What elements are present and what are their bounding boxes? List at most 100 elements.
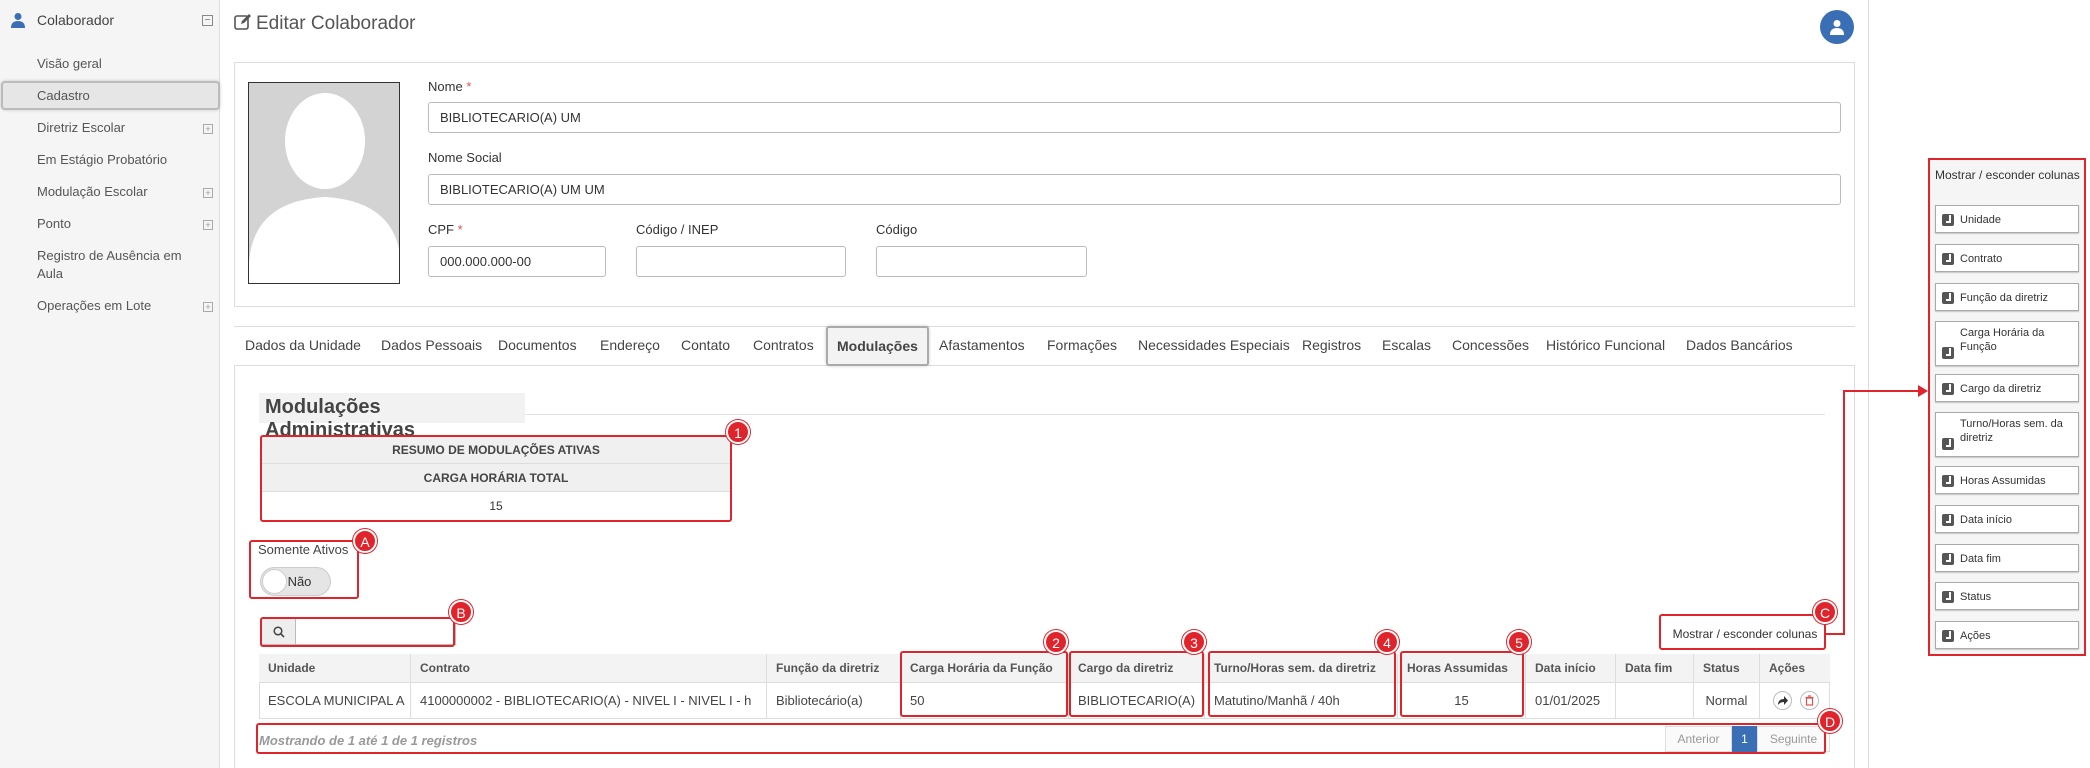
checkbox-checked-icon[interactable]: [1942, 630, 1954, 642]
checkbox-checked-icon[interactable]: [1942, 214, 1954, 226]
cpf-label: CPF *: [428, 222, 463, 237]
expand-icon[interactable]: +: [203, 302, 213, 312]
share-button[interactable]: [1773, 691, 1792, 710]
tab-historico-funcional[interactable]: Histórico Funcional: [1546, 337, 1665, 353]
table-cell: ESCOLA MUNICIPAL A: [259, 683, 411, 718]
expand-icon[interactable]: +: [203, 124, 213, 134]
expand-icon[interactable]: +: [203, 188, 213, 198]
sidebar: Colaborador − Visão geral Cadastro Diret…: [0, 0, 220, 768]
column-toggle-funcao[interactable]: Função da diretriz: [1935, 283, 2079, 311]
column-visibility-title: Mostrar / esconder colunas: [1935, 168, 2080, 182]
annotation-badge-c: C: [1813, 600, 1837, 624]
tab-dados-unidade[interactable]: Dados da Unidade: [245, 337, 361, 353]
column-header[interactable]: Data início: [1526, 654, 1616, 683]
collapse-icon[interactable]: −: [202, 15, 213, 26]
column-toggle-cargo[interactable]: Cargo da diretriz: [1935, 374, 2079, 402]
tab-afastamentos[interactable]: Afastamentos: [939, 337, 1025, 353]
user-menu-button[interactable]: [1820, 10, 1854, 44]
highlight-summary: [260, 435, 732, 522]
tab-endereco[interactable]: Endereço: [600, 337, 660, 353]
share-icon: [1778, 696, 1788, 705]
table-cell: Normal: [1694, 683, 1760, 718]
sidebar-item-cadastro[interactable]: Cadastro: [1, 81, 220, 110]
table-cell: Bibliotecário(a): [767, 683, 901, 718]
checkbox-checked-icon[interactable]: [1942, 553, 1954, 565]
column-toggle-data-inicio[interactable]: Data início: [1935, 505, 2079, 533]
avatar-placeholder-icon: [249, 93, 399, 283]
highlight-search: [260, 617, 455, 647]
column-toggle-contrato[interactable]: Contrato: [1935, 244, 2079, 272]
nome-social-input[interactable]: BIBLIOTECARIO(A) UM UM: [428, 174, 1841, 205]
page-title: Editar Colaborador: [234, 13, 415, 35]
column-toggle-acoes[interactable]: Ações: [1935, 621, 2079, 649]
tab-concessoes[interactable]: Concessões: [1452, 337, 1529, 353]
column-header[interactable]: Unidade: [259, 654, 411, 683]
nome-input[interactable]: BIBLIOTECARIO(A) UM: [428, 102, 1841, 133]
table-cell: 4100000002 - BIBLIOTECARIO(A) - NIVEL I …: [411, 683, 767, 718]
connector-line: [1843, 390, 1845, 635]
cpf-input[interactable]: 000.000.000-00: [428, 246, 606, 277]
column-header[interactable]: Função da diretriz: [767, 654, 901, 683]
codigo-label: Código: [876, 222, 918, 237]
sidebar-item-visao-geral[interactable]: Visão geral: [37, 55, 102, 73]
annotation-badge-3: 3: [1182, 630, 1206, 654]
highlight-only-active: [249, 540, 359, 599]
table-cell: 01/01/2025: [1526, 683, 1616, 718]
tab-escalas[interactable]: Escalas: [1382, 337, 1431, 353]
tab-contratos[interactable]: Contratos: [753, 337, 814, 353]
checkbox-checked-icon[interactable]: [1942, 475, 1954, 487]
checkbox-checked-icon[interactable]: [1942, 514, 1954, 526]
checkbox-checked-icon[interactable]: [1942, 253, 1954, 265]
column-toggle-data-fim[interactable]: Data fim: [1935, 544, 2079, 572]
sidebar-item-estagio-probatorio[interactable]: Em Estágio Probatório: [37, 151, 167, 169]
column-header[interactable]: Data fim: [1616, 654, 1694, 683]
checkbox-checked-icon[interactable]: [1942, 292, 1954, 304]
expand-icon[interactable]: +: [203, 220, 213, 230]
table-cell: [1616, 683, 1694, 718]
sidebar-item-ponto[interactable]: Ponto: [37, 215, 71, 233]
sidebar-item-operacoes-lote[interactable]: Operações em Lote: [37, 297, 151, 315]
delete-button[interactable]: [1800, 691, 1819, 710]
column-toggle-carga[interactable]: Carga Horária da Função: [1935, 321, 2079, 366]
codigo-input[interactable]: [876, 246, 1087, 277]
tab-necessidades-especiais[interactable]: Necessidades Especiais: [1138, 337, 1290, 353]
column-header[interactable]: Contrato: [411, 654, 767, 683]
checkbox-checked-icon[interactable]: [1942, 438, 1954, 450]
checkbox-checked-icon[interactable]: [1942, 347, 1954, 359]
column-toggle-horas[interactable]: Horas Assumidas: [1935, 466, 2079, 494]
sidebar-item-registro-ausencia[interactable]: Registro de Ausência em Aula: [37, 247, 197, 283]
highlight-colvis: [1659, 614, 1826, 650]
tab-contato[interactable]: Contato: [681, 337, 730, 353]
sidebar-header[interactable]: Colaborador −: [0, 8, 220, 34]
nome-social-label: Nome Social: [428, 150, 502, 165]
column-toggle-turno[interactable]: Turno/Horas sem. da diretriz: [1935, 412, 2079, 457]
annotation-badge-5: 5: [1507, 630, 1531, 654]
sidebar-item-modulacao-escolar[interactable]: Modulação Escolar: [37, 183, 148, 201]
annotation-badge-b: B: [449, 600, 473, 624]
checkbox-checked-icon[interactable]: [1942, 383, 1954, 395]
highlight-col-cargo: [1069, 651, 1204, 717]
annotation-badge-4: 4: [1375, 630, 1399, 654]
annotation-badge-a: A: [353, 529, 377, 553]
user-icon: [1830, 20, 1844, 35]
checkbox-checked-icon[interactable]: [1942, 591, 1954, 603]
page-title-text: Editar Colaborador: [256, 13, 416, 34]
sidebar-item-diretriz-escolar[interactable]: Diretriz Escolar: [37, 119, 125, 137]
inep-input[interactable]: [636, 246, 846, 277]
content-border-right: [1854, 366, 1855, 768]
tab-registros[interactable]: Registros: [1302, 337, 1361, 353]
trash-icon: [1805, 695, 1814, 706]
content-border-left: [234, 366, 235, 768]
tab-formacoes[interactable]: Formações: [1047, 337, 1117, 353]
tab-documentos[interactable]: Documentos: [498, 337, 577, 353]
column-header[interactable]: Status: [1694, 654, 1760, 683]
tab-modulacoes[interactable]: Modulações: [826, 326, 929, 366]
profile-photo[interactable]: [248, 82, 400, 284]
tab-dados-bancarios[interactable]: Dados Bancários: [1686, 337, 1793, 353]
annotation-badge-2: 2: [1044, 630, 1068, 654]
annotation-badge-1: 1: [726, 420, 750, 444]
tab-dados-pessoais[interactable]: Dados Pessoais: [381, 337, 482, 353]
column-toggle-status[interactable]: Status: [1935, 582, 2079, 610]
column-toggle-unidade[interactable]: Unidade: [1935, 205, 2079, 233]
connector-line: [1843, 390, 1923, 392]
